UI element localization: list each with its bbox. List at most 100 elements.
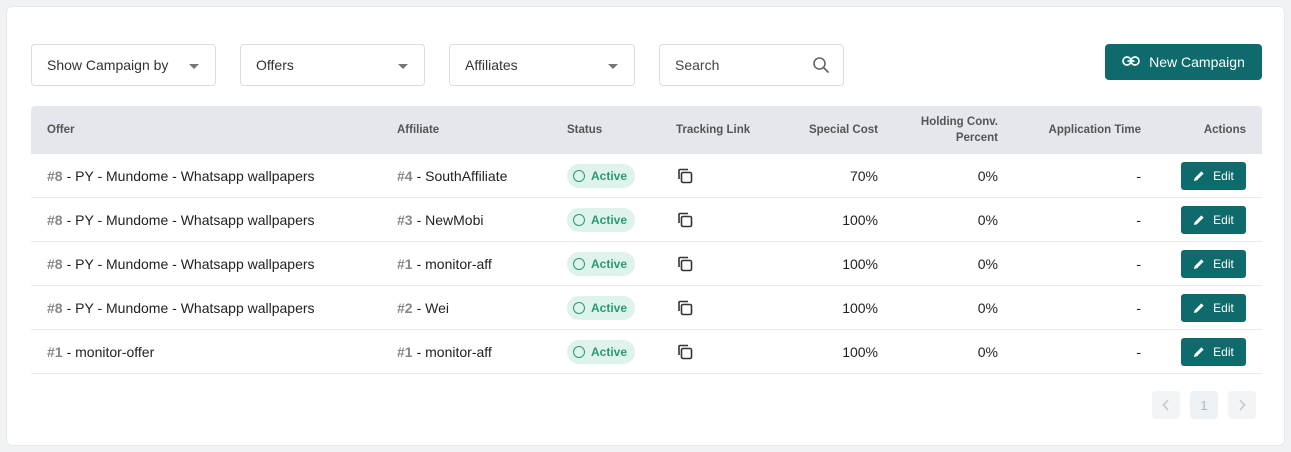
copy-icon[interactable] bbox=[676, 211, 694, 229]
edit-label: Edit bbox=[1213, 169, 1234, 183]
edit-button[interactable]: Edit bbox=[1181, 206, 1246, 234]
affiliate-id: #2 bbox=[397, 300, 413, 316]
offer-name: - PY - Mundome - Whatsapp wallpapers bbox=[66, 168, 315, 184]
actions-cell: Edit bbox=[1141, 198, 1246, 242]
status-dot-icon bbox=[573, 346, 585, 358]
edit-button[interactable]: Edit bbox=[1181, 294, 1246, 322]
offer-name: - monitor-offer bbox=[66, 344, 155, 360]
new-campaign-button[interactable]: New Campaign bbox=[1105, 44, 1262, 80]
status-cell: Active bbox=[567, 286, 636, 330]
offers-select[interactable]: Offers bbox=[240, 44, 425, 86]
tracking-link-cell bbox=[676, 154, 694, 198]
edit-label: Edit bbox=[1213, 213, 1234, 227]
offer-name: - PY - Mundome - Whatsapp wallpapers bbox=[66, 212, 315, 228]
holding-cell: 0% bbox=[977, 344, 998, 360]
status-dot-icon bbox=[573, 170, 585, 182]
holding-cell: 0% bbox=[977, 212, 998, 228]
pagination: 1 bbox=[1152, 391, 1256, 419]
status-badge: Active bbox=[567, 296, 636, 320]
col-affiliate: Affiliate bbox=[397, 124, 440, 136]
table-header: Offer Affiliate Status Tracking Link Spe… bbox=[31, 106, 1262, 154]
prev-page-button[interactable] bbox=[1152, 391, 1180, 419]
status-badge: Active bbox=[567, 164, 636, 188]
offer-cell[interactable]: #8 - PY - Mundome - Whatsapp wallpapers bbox=[47, 198, 315, 242]
copy-icon[interactable] bbox=[676, 299, 694, 317]
copy-icon[interactable] bbox=[676, 343, 694, 361]
status-dot-icon bbox=[573, 258, 585, 270]
copy-icon[interactable] bbox=[676, 167, 694, 185]
offer-cell[interactable]: #8 - PY - Mundome - Whatsapp wallpapers bbox=[47, 286, 315, 330]
affiliate-cell[interactable]: #2 - Wei bbox=[397, 286, 449, 330]
offer-cell[interactable]: #1 - monitor-offer bbox=[47, 330, 154, 374]
col-holding-line1: Holding Conv. bbox=[920, 116, 998, 128]
affiliates-select[interactable]: Affiliates bbox=[449, 44, 635, 86]
table-row: #8 - PY - Mundome - Whatsapp wallpapers … bbox=[31, 242, 1262, 286]
table-row: #8 - PY - Mundome - Whatsapp wallpapers … bbox=[31, 198, 1262, 242]
col-offer: Offer bbox=[47, 124, 75, 136]
status-text: Active bbox=[591, 169, 628, 183]
offer-id: #8 bbox=[47, 256, 63, 272]
status-text: Active bbox=[591, 345, 628, 359]
status-cell: Active bbox=[567, 154, 636, 198]
status-text: Active bbox=[591, 213, 628, 227]
actions-cell: Edit bbox=[1141, 330, 1246, 374]
affiliate-cell[interactable]: #1 - monitor-aff bbox=[397, 242, 492, 286]
affiliate-name: - monitor-aff bbox=[416, 344, 492, 360]
search-box[interactable] bbox=[659, 44, 844, 86]
edit-button[interactable]: Edit bbox=[1181, 250, 1246, 278]
affiliate-id: #3 bbox=[397, 212, 413, 228]
status-text: Active bbox=[591, 301, 628, 315]
copy-icon[interactable] bbox=[676, 255, 694, 273]
affiliate-cell[interactable]: #4 - SouthAffiliate bbox=[397, 154, 507, 198]
offer-cell[interactable]: #8 - PY - Mundome - Whatsapp wallpapers bbox=[47, 154, 315, 198]
edit-button[interactable]: Edit bbox=[1181, 338, 1246, 366]
pencil-icon bbox=[1194, 171, 1204, 181]
offer-cell[interactable]: #8 - PY - Mundome - Whatsapp wallpapers bbox=[47, 242, 315, 286]
status-dot-icon bbox=[573, 302, 585, 314]
offer-id: #8 bbox=[47, 300, 63, 316]
tracking-link-cell bbox=[676, 242, 694, 286]
affiliate-name: - monitor-aff bbox=[416, 256, 492, 272]
affiliate-cell[interactable]: #3 - NewMobi bbox=[397, 198, 483, 242]
table-row: #1 - monitor-offer #1 - monitor-aff Acti… bbox=[31, 330, 1262, 374]
affiliates-label: Affiliates bbox=[465, 57, 518, 73]
affiliate-name: - Wei bbox=[416, 300, 449, 316]
pencil-icon bbox=[1194, 303, 1204, 313]
link-icon bbox=[1122, 54, 1140, 70]
table-row: #8 - PY - Mundome - Whatsapp wallpapers … bbox=[31, 154, 1262, 198]
offer-id: #8 bbox=[47, 168, 63, 184]
application-time-cell: - bbox=[1136, 300, 1141, 316]
offer-name: - PY - Mundome - Whatsapp wallpapers bbox=[66, 256, 315, 272]
tracking-link-cell bbox=[676, 198, 694, 242]
campaign-by-select[interactable]: Show Campaign by bbox=[31, 44, 216, 86]
edit-label: Edit bbox=[1213, 301, 1234, 315]
page-button-current[interactable]: 1 bbox=[1190, 391, 1218, 419]
offer-id: #1 bbox=[47, 344, 63, 360]
edit-button[interactable]: Edit bbox=[1181, 162, 1246, 190]
col-holding-line2: Percent bbox=[955, 132, 998, 144]
pencil-icon bbox=[1194, 347, 1204, 357]
table-body: #8 - PY - Mundome - Whatsapp wallpapers … bbox=[31, 154, 1262, 374]
next-page-button[interactable] bbox=[1228, 391, 1256, 419]
campaigns-table: Offer Affiliate Status Tracking Link Spe… bbox=[31, 106, 1262, 374]
table-row: #8 - PY - Mundome - Whatsapp wallpapers … bbox=[31, 286, 1262, 330]
search-icon[interactable] bbox=[812, 56, 830, 77]
search-input[interactable] bbox=[675, 57, 815, 73]
special-cost-cell: 100% bbox=[842, 256, 878, 272]
chevron-down-icon bbox=[608, 64, 618, 69]
status-dot-icon bbox=[573, 214, 585, 226]
holding-cell: 0% bbox=[977, 168, 998, 184]
application-time-cell: - bbox=[1136, 344, 1141, 360]
status-text: Active bbox=[591, 257, 628, 271]
col-tracking-link: Tracking Link bbox=[676, 124, 751, 136]
status-cell: Active bbox=[567, 330, 636, 374]
special-cost-cell: 100% bbox=[842, 212, 878, 228]
chevron-left-icon bbox=[1162, 399, 1169, 411]
col-status: Status bbox=[567, 124, 603, 136]
application-time-cell: - bbox=[1136, 256, 1141, 272]
affiliate-cell[interactable]: #1 - monitor-aff bbox=[397, 330, 492, 374]
edit-label: Edit bbox=[1213, 345, 1234, 359]
tracking-link-cell bbox=[676, 330, 694, 374]
campaign-by-label: Show Campaign by bbox=[47, 57, 169, 73]
actions-cell: Edit bbox=[1141, 154, 1246, 198]
